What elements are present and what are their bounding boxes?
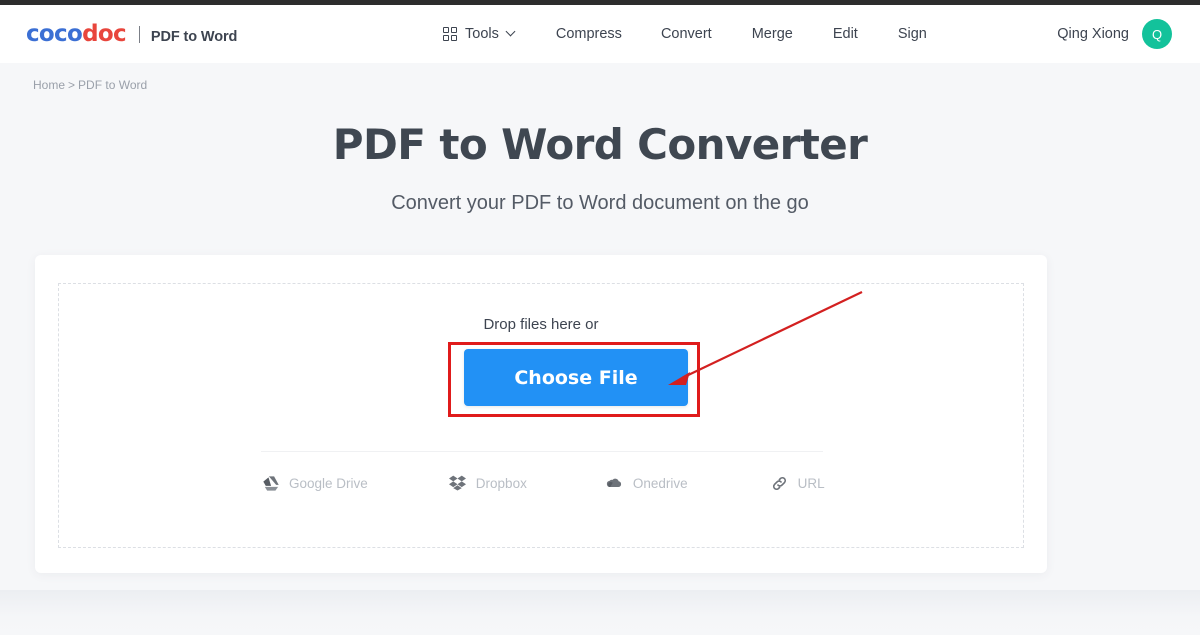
brand-logo[interactable]: cocodoc PDF to Word <box>26 21 237 47</box>
user-name: Qing Xiong <box>1057 26 1129 42</box>
logo-text-coco: coco <box>26 21 83 47</box>
nav-item-sign[interactable]: Sign <box>898 26 927 42</box>
chevron-down-icon <box>507 28 516 37</box>
user-account-menu[interactable]: Qing Xiong Q <box>1057 19 1172 49</box>
brand-product-name: PDF to Word <box>150 29 238 45</box>
cloud-option-onedrive[interactable]: Onedrive <box>606 474 688 492</box>
logo-text-doc: doc <box>82 21 127 47</box>
google-drive-icon <box>262 474 280 492</box>
nav-item-convert[interactable]: Convert <box>661 26 712 42</box>
nav-item-edit[interactable]: Edit <box>833 26 858 42</box>
file-dropzone[interactable]: Drop files here or Choose File Google Dr… <box>58 283 1024 548</box>
cloud-import-options: Google Drive Dropbox Onedrive URL <box>262 474 825 492</box>
nav-item-tools[interactable]: Tools <box>443 26 516 42</box>
hero-section: PDF to Word Converter Convert your PDF t… <box>0 120 1200 215</box>
cloud-option-onedrive-label: Onedrive <box>632 475 688 491</box>
brand-divider <box>138 26 140 43</box>
drop-files-label: Drop files here or <box>483 316 599 333</box>
nav-item-merge[interactable]: Merge <box>752 26 793 42</box>
cloud-option-google-drive[interactable]: Google Drive <box>262 474 368 492</box>
breadcrumb: Home > PDF to Word <box>33 78 147 92</box>
grid-icon <box>443 27 457 41</box>
cloud-option-dropbox[interactable]: Dropbox <box>449 474 527 492</box>
breadcrumb-home[interactable]: Home <box>33 78 65 92</box>
dropbox-icon <box>449 474 467 492</box>
onedrive-icon <box>606 474 624 492</box>
avatar: Q <box>1142 19 1172 49</box>
nav-item-tools-label: Tools <box>465 26 499 42</box>
link-icon <box>771 474 789 492</box>
logo-wordmark: cocodoc <box>26 21 127 47</box>
breadcrumb-current: PDF to Word <box>78 78 148 92</box>
page-bottom-shade <box>0 590 1200 635</box>
breadcrumb-separator: > <box>68 78 76 92</box>
cloud-option-url-label: URL <box>797 475 825 491</box>
site-header: cocodoc PDF to Word Tools Compress Conve… <box>0 5 1200 63</box>
nav-item-compress[interactable]: Compress <box>556 26 622 42</box>
cloud-option-url[interactable]: URL <box>771 474 825 492</box>
section-divider <box>261 451 823 452</box>
page-title: PDF to Word Converter <box>332 120 868 169</box>
upload-card: Drop files here or Choose File Google Dr… <box>35 255 1047 573</box>
cloud-option-google-drive-label: Google Drive <box>289 475 368 491</box>
choose-file-button[interactable]: Choose File <box>464 349 688 406</box>
page-subtitle: Convert your PDF to Word document on the… <box>391 192 809 214</box>
cloud-option-dropbox-label: Dropbox <box>475 475 527 491</box>
main-navigation: Tools Compress Convert Merge Edit Sign <box>443 26 927 42</box>
